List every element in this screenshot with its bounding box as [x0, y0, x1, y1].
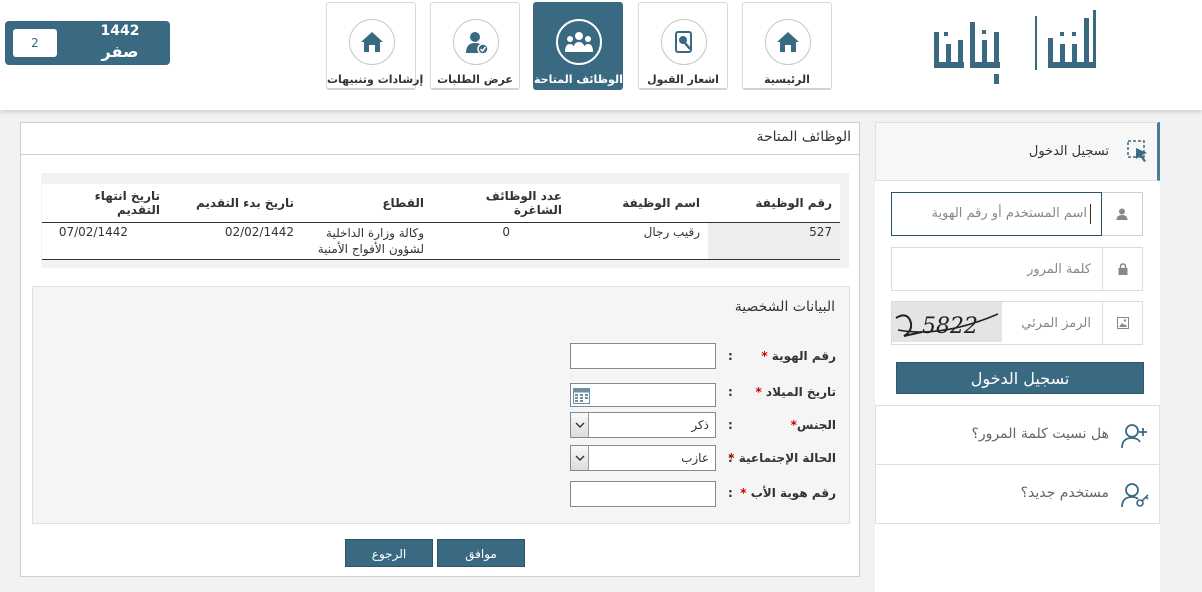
cell-start-date: 02/02/1442 — [168, 222, 302, 260]
nav-view-requests-label: عرض الطلبات — [437, 73, 513, 86]
available-jobs-icon — [556, 19, 602, 65]
required-mark: * — [755, 385, 762, 399]
user-key-icon — [1121, 481, 1149, 513]
new-user-label: مستخدم جديد؟ — [1020, 485, 1109, 501]
home-icon — [765, 19, 811, 65]
lock-icon — [1102, 248, 1142, 290]
captcha-image[interactable]: 5822 — [892, 302, 1002, 342]
chevron-down-icon[interactable] — [571, 446, 589, 470]
password-input[interactable]: كلمة المرور — [892, 248, 1102, 290]
nav-available-jobs-label: الوظائف المتاحة — [534, 73, 623, 86]
id-number-label: رقم الهوية * — [761, 349, 836, 363]
acceptance-notice-icon — [661, 19, 707, 65]
marital-status-value: عازب — [681, 451, 709, 465]
captcha-text: 5822 — [922, 314, 978, 339]
date-year: 1442 — [100, 23, 140, 39]
forgot-password-link[interactable]: هل نسيت كلمة المرور؟ — [875, 405, 1160, 465]
login-cursor-icon — [1127, 140, 1149, 168]
ok-button[interactable]: موافق — [437, 539, 525, 567]
id-number-input[interactable] — [570, 343, 716, 369]
back-button[interactable]: الرجوع — [345, 539, 433, 567]
father-id-label-text: رقم هوية الأب — [750, 486, 836, 500]
hijri-date-box: 2 1442 صفر — [5, 21, 170, 65]
marital-status-label-text: الحالة الإجتماعية — [738, 451, 836, 465]
new-user-link[interactable]: مستخدم جديد؟ — [875, 464, 1160, 524]
gender-select[interactable]: ذكر — [570, 412, 716, 438]
date-month: صفر — [101, 42, 139, 61]
username-placeholder: اسم المستخدم أو رقم الهوية — [931, 206, 1087, 221]
login-button[interactable]: تسجيل الدخول — [896, 362, 1144, 394]
nav-home[interactable]: الرئيسية — [742, 2, 832, 90]
table-row[interactable]: 527 رقيب رجال 0 وكالة وزارة الداخلية لشؤ… — [42, 222, 840, 260]
column-header: عدد الوظائف الشاغرة — [432, 184, 570, 223]
column-header: تاريخ بدء التقديم — [168, 184, 302, 223]
captcha-placeholder: الرمز المرئي — [1021, 316, 1091, 331]
cell-sector: وكالة وزارة الداخلية لشؤون الأفواج الأمن… — [302, 222, 432, 260]
father-id-label: رقم هوية الأب * — [740, 486, 836, 500]
birth-date-label-text: تاريخ الميلاد — [765, 385, 836, 399]
forgot-password-label: هل نسيت كلمة المرور؟ — [971, 426, 1109, 442]
user-add-icon — [1121, 422, 1149, 454]
birth-date-input[interactable] — [570, 383, 716, 407]
cell-end-date: 07/02/1442 — [42, 222, 168, 260]
column-header: القطاع — [302, 184, 432, 223]
username-field[interactable]: اسم المستخدم أو رقم الهوية — [891, 192, 1143, 236]
login-panel: تسجيل الدخول اسم المستخدم أو رقم الهوية … — [875, 122, 1160, 592]
password-placeholder: كلمة المرور — [1027, 262, 1091, 277]
section-title: البيانات الشخصية — [734, 299, 835, 315]
colon: : — [728, 418, 733, 432]
site-header: 2 1442 صفر إرشادات وتنبيهات عرض الطلبات … — [0, 0, 1202, 110]
nav-home-label: الرئيسية — [764, 73, 810, 86]
table-header-row: رقم الوظيفة اسم الوظيفة عدد الوظائف الشا… — [42, 184, 840, 223]
image-icon — [1102, 302, 1142, 344]
birth-date-label: تاريخ الميلاد * — [755, 385, 836, 399]
nav-acceptance-notice-label: اشعار القبول — [647, 73, 719, 86]
nav-view-requests[interactable]: عرض الطلبات — [430, 2, 520, 90]
login-title: تسجيل الدخول — [1028, 144, 1109, 159]
marital-status-select[interactable]: عازب — [570, 445, 716, 471]
panel-title: الوظائف المتاحة — [756, 129, 851, 145]
username-input[interactable]: اسم المستخدم أو رقم الهوية — [891, 192, 1102, 236]
column-header: اسم الوظيفة — [570, 184, 708, 223]
column-header: رقم الوظيفة — [708, 184, 840, 223]
user-icon — [1102, 193, 1142, 235]
gender-label: الجنس* — [791, 418, 836, 432]
captcha-input[interactable]: الرمز المرئي — [1002, 302, 1102, 344]
login-header: تسجيل الدخول — [875, 122, 1160, 181]
jobs-table: رقم الوظيفة اسم الوظيفة عدد الوظائف الشا… — [42, 184, 840, 260]
gender-label-text: الجنس — [796, 418, 836, 432]
absher-tawzeef-logo[interactable] — [930, 4, 1100, 86]
cell-job-number: 527 — [708, 222, 840, 260]
colon: : — [728, 349, 733, 363]
cell-job-name: رقيب رجال — [570, 222, 708, 260]
calendar-icon[interactable] — [573, 387, 590, 404]
user-check-icon — [453, 19, 499, 65]
required-mark: * — [740, 486, 747, 500]
colon: : — [728, 451, 733, 465]
nav-acceptance-notice[interactable]: اشعار القبول — [638, 2, 728, 90]
father-id-input[interactable] — [570, 481, 716, 507]
date-day-badge: 2 — [13, 29, 57, 57]
gender-value: ذكر — [691, 418, 709, 432]
colon: : — [728, 486, 733, 500]
nav-guidance[interactable]: إرشادات وتنبيهات — [326, 2, 424, 90]
cell-vacancies: 0 — [432, 222, 570, 260]
colon: : — [728, 385, 733, 399]
chevron-down-icon[interactable] — [571, 413, 589, 437]
home-icon — [349, 19, 395, 65]
nav-guidance-label: إرشادات وتنبيهات — [327, 73, 424, 86]
nav-available-jobs[interactable]: الوظائف المتاحة — [533, 2, 623, 90]
marital-status-label: الحالة الإجتماعية * — [728, 451, 836, 465]
available-jobs-panel: الوظائف المتاحة رقم الوظيفة اسم الوظيفة … — [20, 122, 860, 577]
text-cursor — [1090, 204, 1091, 224]
password-field[interactable]: كلمة المرور — [891, 247, 1143, 291]
id-number-label-text: رقم الهوية — [771, 349, 836, 363]
captcha-field[interactable]: 5822 الرمز المرئي — [891, 301, 1143, 345]
personal-data-section: البيانات الشخصية رقم الهوية * : تاريخ ال… — [32, 286, 850, 524]
required-mark: * — [761, 349, 768, 363]
divider — [21, 154, 859, 155]
column-header: تاريخ انتهاء التقديم — [42, 184, 168, 223]
